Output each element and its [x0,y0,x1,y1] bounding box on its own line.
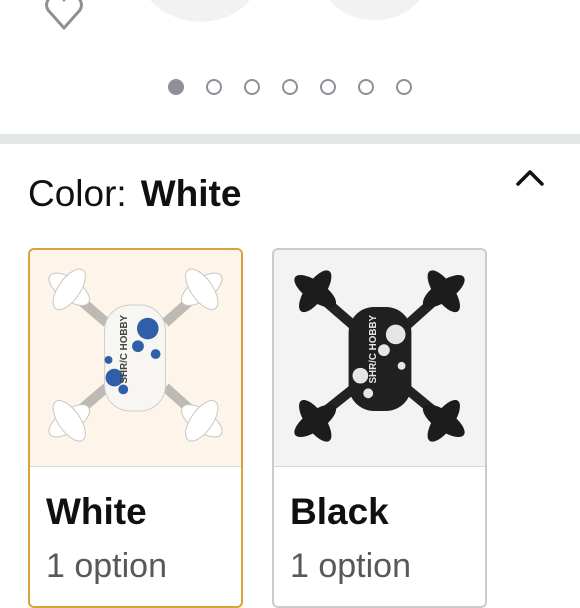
card-separator [30,466,241,467]
pagination-dot[interactable] [206,79,222,95]
pagination-dot[interactable] [244,79,260,95]
selected-color-value: White [140,173,242,214]
color-selector-heading: Color: White [28,170,241,218]
variant-name: Black [290,491,389,532]
variant-card-black[interactable]: SHR/C HOBBY Black 1 option [272,248,487,608]
variant-option-count: 1 option [290,547,411,585]
pagination-dot[interactable] [320,79,336,95]
pagination-dot[interactable] [282,79,298,95]
variant-option-count: 1 option [46,547,167,585]
section-divider [0,134,580,144]
drone-brand-print: SHR/C HOBBY [368,314,379,383]
drone-white-image: SHR/C HOBBY [30,250,241,466]
heart-outline-icon[interactable] [42,0,86,34]
card-separator [274,466,485,467]
color-label: Color: [28,173,127,214]
product-image-partial [150,0,420,22]
pagination-dot[interactable] [396,79,412,95]
drone-black-image: SHR/C HOBBY [274,250,485,466]
product-image-gallery[interactable] [0,0,580,134]
chevron-up-icon[interactable] [514,164,546,190]
pagination-dot[interactable] [168,79,184,95]
variant-name: White [46,491,147,532]
variant-card-white[interactable]: SHR/C HOBBY White 1 option [28,248,243,608]
drone-brand-print: SHR/C HOBBY [119,314,130,383]
pagination-dot[interactable] [358,79,374,95]
